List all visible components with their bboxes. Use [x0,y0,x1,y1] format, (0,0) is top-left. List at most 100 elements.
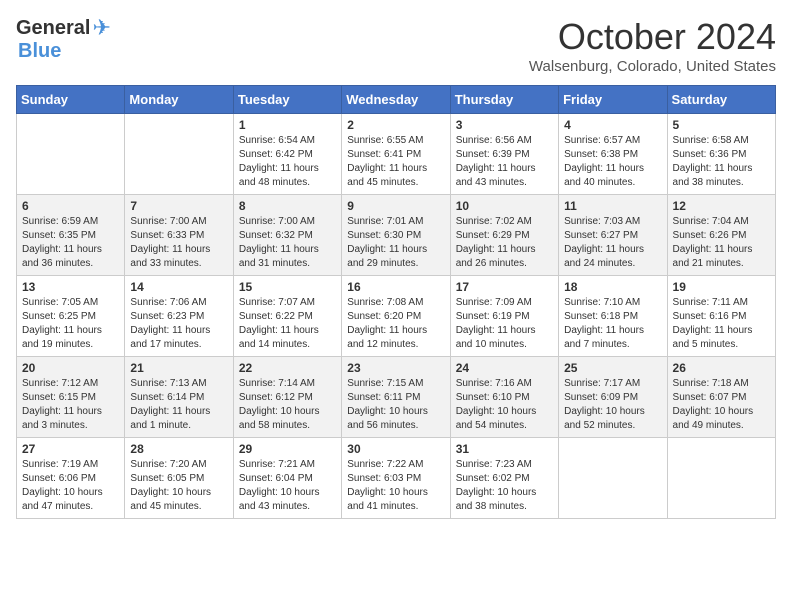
calendar-cell: 3 Sunrise: 6:56 AMSunset: 6:39 PMDaylight… [450,114,558,195]
day-info: Sunrise: 6:59 AMSunset: 6:35 PMDaylight:… [22,215,119,271]
day-number: 13 [22,280,119,294]
calendar-cell: 7 Sunrise: 7:00 AMSunset: 6:33 PMDaylight… [125,195,233,276]
day-number: 31 [456,442,553,456]
day-number: 16 [347,280,444,294]
calendar-week-row: 13 Sunrise: 7:05 AMSunset: 6:25 PMDayligh… [17,276,776,357]
day-number: 7 [130,199,227,213]
calendar-cell: 29 Sunrise: 7:21 AMSunset: 6:04 PMDayligh… [233,438,341,519]
calendar-cell: 17 Sunrise: 7:09 AMSunset: 6:19 PMDayligh… [450,276,558,357]
day-info: Sunrise: 7:12 AMSunset: 6:15 PMDaylight:… [22,377,119,433]
day-number: 9 [347,199,444,213]
logo-bird-icon: ✈ [92,16,110,40]
day-number: 6 [22,199,119,213]
calendar-cell: 19 Sunrise: 7:11 AMSunset: 6:16 PMDayligh… [667,276,775,357]
day-number: 27 [22,442,119,456]
column-header-tuesday: Tuesday [233,86,341,114]
day-info: Sunrise: 7:07 AMSunset: 6:22 PMDaylight:… [239,296,336,352]
day-number: 12 [673,199,770,213]
calendar-cell: 24Sunrise: 7:16 AMSunset: 6:10 PMDayligh… [450,357,558,438]
calendar-cell: 11Sunrise: 7:03 AMSunset: 6:27 PMDayligh… [559,195,667,276]
calendar-cell: 2 Sunrise: 6:55 AMSunset: 6:41 PMDaylight… [342,114,450,195]
day-info: Sunrise: 7:21 AMSunset: 6:04 PMDaylight:… [239,458,336,514]
column-header-monday: Monday [125,86,233,114]
calendar-table: SundayMondayTuesdayWednesdayThursdayFrid… [16,85,776,519]
calendar-cell [559,438,667,519]
calendar-week-row: 27Sunrise: 7:19 AMSunset: 6:06 PMDayligh… [17,438,776,519]
day-number: 22 [239,361,336,375]
day-number: 19 [673,280,770,294]
day-number: 21 [130,361,227,375]
page-header: General ✈ Blue October 2024 Walsenburg, … [16,16,776,75]
day-number: 2 [347,118,444,132]
calendar-cell: 8Sunrise: 7:00 AMSunset: 6:32 PMDaylight… [233,195,341,276]
column-header-sunday: Sunday [17,86,125,114]
day-info: Sunrise: 7:06 AMSunset: 6:23 PMDaylight:… [130,296,227,352]
calendar-cell: 22 Sunrise: 7:14 AMSunset: 6:12 PMDayligh… [233,357,341,438]
day-info: Sunrise: 7:00 AMSunset: 6:33 PMDaylight:… [130,215,227,271]
calendar-cell: 30 Sunrise: 7:22 AMSunset: 6:03 PMDayligh… [342,438,450,519]
calendar-header-row: SundayMondayTuesdayWednesdayThursdayFrid… [17,86,776,114]
calendar-cell: 16 Sunrise: 7:08 AMSunset: 6:20 PMDayligh… [342,276,450,357]
calendar-cell: 12 Sunrise: 7:04 AMSunset: 6:26 PMDayligh… [667,195,775,276]
calendar-cell: 20 Sunrise: 7:12 AMSunset: 6:15 PMDayligh… [17,357,125,438]
day-info: Sunrise: 6:55 AMSunset: 6:41 PMDaylight:… [347,134,444,190]
day-number: 11 [564,199,661,213]
day-number: 17 [456,280,553,294]
calendar-cell: 28Sunrise: 7:20 AMSunset: 6:05 PMDayligh… [125,438,233,519]
calendar-cell: 27Sunrise: 7:19 AMSunset: 6:06 PMDayligh… [17,438,125,519]
day-number: 14 [130,280,227,294]
day-number: 1 [239,118,336,132]
calendar-cell: 4 Sunrise: 6:57 AMSunset: 6:38 PMDaylight… [559,114,667,195]
day-info: Sunrise: 7:01 AMSunset: 6:30 PMDaylight:… [347,215,444,271]
calendar-week-row: 20 Sunrise: 7:12 AMSunset: 6:15 PMDayligh… [17,357,776,438]
calendar-cell: 23Sunrise: 7:15 AMSunset: 6:11 PMDayligh… [342,357,450,438]
day-info: Sunrise: 7:18 AMSunset: 6:07 PMDaylight:… [673,377,770,433]
day-info: Sunrise: 7:02 AMSunset: 6:29 PMDaylight:… [456,215,553,271]
calendar-week-row: 6 Sunrise: 6:59 AMSunset: 6:35 PMDaylight… [17,195,776,276]
day-number: 3 [456,118,553,132]
day-info: Sunrise: 7:08 AMSunset: 6:20 PMDaylight:… [347,296,444,352]
day-info: Sunrise: 7:10 AMSunset: 6:18 PMDaylight:… [564,296,661,352]
day-number: 28 [130,442,227,456]
calendar-cell [125,114,233,195]
day-number: 29 [239,442,336,456]
day-info: Sunrise: 7:17 AMSunset: 6:09 PMDaylight:… [564,377,661,433]
calendar-cell: 6 Sunrise: 6:59 AMSunset: 6:35 PMDaylight… [17,195,125,276]
day-info: Sunrise: 7:04 AMSunset: 6:26 PMDaylight:… [673,215,770,271]
calendar-cell: 26 Sunrise: 7:18 AMSunset: 6:07 PMDayligh… [667,357,775,438]
day-number: 24 [456,361,553,375]
day-number: 18 [564,280,661,294]
day-info: Sunrise: 7:09 AMSunset: 6:19 PMDaylight:… [456,296,553,352]
day-info: Sunrise: 6:57 AMSunset: 6:38 PMDaylight:… [564,134,661,190]
day-number: 30 [347,442,444,456]
day-number: 8 [239,199,336,213]
day-info: Sunrise: 6:56 AMSunset: 6:39 PMDaylight:… [456,134,553,190]
day-info: Sunrise: 6:54 AMSunset: 6:42 PMDaylight:… [239,134,336,190]
day-number: 10 [456,199,553,213]
calendar-cell: 13 Sunrise: 7:05 AMSunset: 6:25 PMDayligh… [17,276,125,357]
day-number: 15 [239,280,336,294]
calendar-cell: 25Sunrise: 7:17 AMSunset: 6:09 PMDayligh… [559,357,667,438]
day-info: Sunrise: 7:14 AMSunset: 6:12 PMDaylight:… [239,377,336,433]
title-area: October 2024 Walsenburg, Colorado, Unite… [529,16,776,75]
day-info: Sunrise: 7:23 AMSunset: 6:02 PMDaylight:… [456,458,553,514]
column-header-friday: Friday [559,86,667,114]
day-number: 20 [22,361,119,375]
calendar-cell: 31 Sunrise: 7:23 AMSunset: 6:02 PMDayligh… [450,438,558,519]
logo: General ✈ Blue [16,16,111,62]
location-text: Walsenburg, Colorado, United States [529,58,776,75]
day-number: 4 [564,118,661,132]
day-info: Sunrise: 7:15 AMSunset: 6:11 PMDaylight:… [347,377,444,433]
day-info: Sunrise: 7:22 AMSunset: 6:03 PMDaylight:… [347,458,444,514]
day-info: Sunrise: 7:13 AMSunset: 6:14 PMDaylight:… [130,377,227,433]
calendar-week-row: 1 Sunrise: 6:54 AMSunset: 6:42 PMDaylight… [17,114,776,195]
column-header-thursday: Thursday [450,86,558,114]
day-number: 26 [673,361,770,375]
month-title: October 2024 [529,16,776,58]
column-header-saturday: Saturday [667,86,775,114]
day-info: Sunrise: 7:05 AMSunset: 6:25 PMDaylight:… [22,296,119,352]
calendar-cell: 21 Sunrise: 7:13 AMSunset: 6:14 PMDayligh… [125,357,233,438]
day-info: Sunrise: 7:11 AMSunset: 6:16 PMDaylight:… [673,296,770,352]
day-number: 5 [673,118,770,132]
calendar-cell: 9 Sunrise: 7:01 AMSunset: 6:30 PMDaylight… [342,195,450,276]
